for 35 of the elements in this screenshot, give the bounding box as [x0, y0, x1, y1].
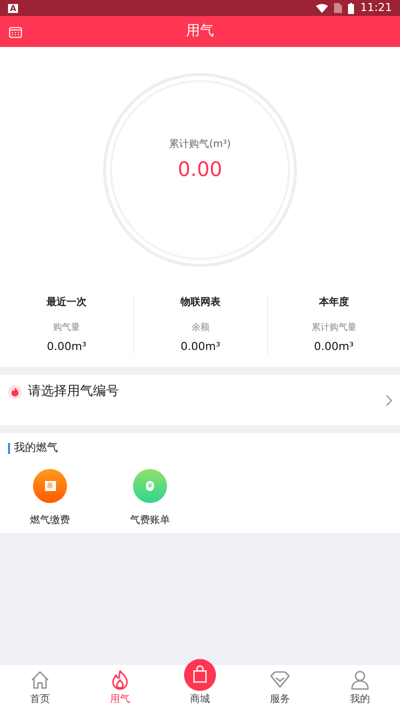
calendar-icon[interactable] — [9, 26, 22, 38]
flame-icon — [110, 670, 130, 690]
app-badge: A — [8, 4, 18, 12]
gauge-label: 累计购气(m³) — [169, 138, 231, 152]
stat-title: 物联网表 — [180, 296, 220, 310]
service-label: 气费账单 — [130, 514, 170, 528]
gauge-value: 0.00 — [178, 156, 222, 182]
header-title: 用气 — [186, 22, 214, 41]
wifi-icon — [316, 4, 328, 12]
chevron-right-icon — [386, 395, 392, 406]
account-select-label: 请选择用气编号 — [28, 385, 119, 399]
nav-tab[interactable]: 我的 — [320, 665, 400, 711]
nav-tab[interactable]: 服务 — [240, 665, 320, 711]
home-icon — [30, 670, 50, 690]
no-sim-icon — [334, 3, 342, 13]
stat-label: 购气量 — [53, 322, 80, 335]
profile-icon — [350, 670, 370, 690]
stat-value: 0.00m³ — [180, 338, 220, 354]
stat-title: 本年度 — [318, 295, 349, 310]
stat-title: 最近一次 — [46, 296, 87, 310]
nav-tab[interactable]: 首页 — [0, 665, 80, 711]
diamond-icon — [269, 670, 291, 690]
section-title: 我的燃气 — [14, 440, 58, 456]
battery-icon — [348, 2, 354, 14]
flame-badge-icon — [8, 385, 22, 399]
stat-value: 0.00m³ — [314, 338, 354, 354]
service-label: 燃气缴费 — [30, 514, 70, 528]
section-marker — [8, 442, 10, 454]
stat-label: 累计购气量 — [311, 322, 356, 335]
account-select-row[interactable]: 请选择用气编号 — [0, 375, 400, 425]
stat-value: 0.00m³ — [46, 338, 86, 354]
nav-tab[interactable]: 用气 — [80, 665, 160, 711]
nav-tab[interactable]: 商城 — [160, 655, 240, 711]
status-time: 11:21 — [360, 0, 392, 16]
stat-label: 余额 — [191, 322, 210, 335]
